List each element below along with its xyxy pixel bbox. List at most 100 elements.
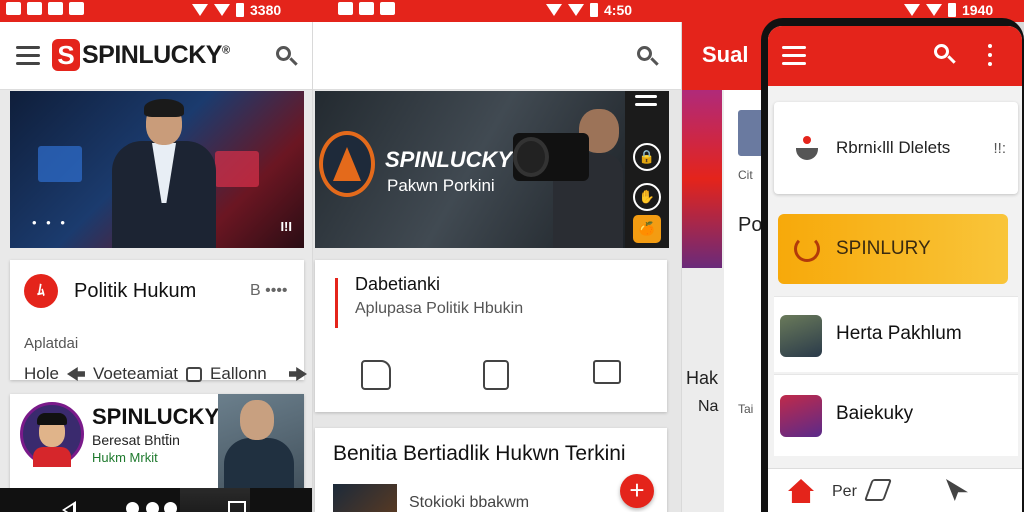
like-icon[interactable]: [361, 360, 391, 390]
home-icon[interactable]: [788, 479, 814, 503]
nav-dot-icon[interactable]: [164, 502, 177, 512]
message-icon[interactable]: [593, 360, 621, 384]
system-nav-bar: [0, 488, 312, 512]
action-label-3[interactable]: Eallonn: [210, 364, 267, 384]
status-time-2: 4:50: [604, 2, 633, 18]
wifi-icon: [904, 4, 920, 16]
lock-icon[interactable]: 🔒: [633, 143, 661, 171]
status-icons-1: 3380: [192, 2, 281, 18]
info-card[interactable]: Rbrni‹lll Dlelets !!:: [774, 102, 1018, 194]
action-label-2[interactable]: Voeteamiat: [93, 364, 178, 384]
hero-image[interactable]: • • • I!I: [10, 91, 304, 248]
menu-icon[interactable]: [635, 95, 657, 113]
badge-mark: [333, 147, 361, 181]
nav-dot-icon[interactable]: [126, 502, 139, 512]
nav-dot-icon[interactable]: [146, 502, 159, 512]
menu-icon[interactable]: [782, 46, 806, 65]
recents-icon[interactable]: [228, 501, 246, 512]
banner-strip: [682, 90, 722, 268]
list-avatar: [780, 315, 822, 357]
promo-label: SPINLURY: [836, 238, 931, 259]
brand-badge-icon: [319, 131, 375, 197]
orange-icon[interactable]: 🍊: [633, 215, 661, 243]
brand-name: SPINLUCKY®: [82, 41, 230, 70]
gallery-icon: [27, 2, 42, 15]
app-bar: [313, 22, 681, 90]
hero-subtitle: Pakwn Porkini: [387, 176, 495, 195]
list-avatar: [780, 395, 822, 437]
promo-banner-button[interactable]: SPINLURY: [778, 214, 1008, 284]
menu-icon[interactable]: [16, 46, 40, 65]
battery-icon: [590, 3, 598, 17]
app-bar: Sual: [682, 22, 772, 90]
action-label-1[interactable]: Hole: [24, 364, 59, 384]
status-icons-3: 4:50: [546, 2, 632, 18]
share-icon[interactable]: [66, 367, 85, 381]
battery-icon: [948, 3, 956, 17]
hero-banner[interactable]: SPINLUCKY Pakwn Porkini: [315, 91, 625, 248]
share-icon[interactable]: [483, 360, 509, 390]
status-time-1: 3380: [250, 2, 282, 18]
card-title: Dabetianki: [355, 274, 441, 294]
edit-icon[interactable]: [863, 479, 893, 501]
photo-icon: [48, 2, 63, 15]
signal-icon: [568, 4, 584, 16]
app-bar: [768, 26, 1022, 86]
wifi-icon: [546, 4, 562, 16]
power-icon: [794, 236, 820, 262]
comment-icon[interactable]: [186, 366, 203, 382]
search-icon[interactable]: [276, 46, 298, 68]
text-line: Na: [698, 398, 719, 415]
text-line: Tai: [738, 402, 754, 416]
hero-title: SPINLUCKY: [385, 147, 513, 172]
bottom-nav-label[interactable]: Per: [832, 483, 857, 501]
avatar-cap: [37, 413, 67, 425]
forward-icon[interactable]: [289, 367, 307, 381]
hand-icon[interactable]: ✋: [633, 183, 661, 211]
globe-icon: [380, 2, 395, 15]
more-options-icon[interactable]: B ••••: [250, 282, 288, 300]
camera-operator-figure: [513, 109, 623, 248]
studio-screen: [38, 146, 82, 182]
mail-icon: [338, 2, 353, 15]
location-icon: [794, 136, 818, 160]
back-icon[interactable]: [62, 501, 76, 512]
app-screen-2: SPINLUCKY Pakwn Porkini 🔒 ✋ 🍊 Dabetianki…: [313, 22, 681, 512]
signal-icon: [926, 4, 942, 16]
signal-icon: [214, 4, 230, 16]
vpn-icon: [69, 2, 84, 15]
gallery-icon: [359, 2, 374, 15]
studio-screen: [215, 151, 259, 187]
phone-screen: Rbrni‹lll Dlelets !!: SPINLURY Herta Pak…: [768, 26, 1022, 512]
text-line: Po: [738, 214, 763, 236]
app-screen-3: Sual Cit Po Hak Na Tai: [682, 22, 772, 512]
search-icon[interactable]: [637, 46, 659, 68]
battery-icon: [236, 3, 244, 17]
status-time-3: 1940: [962, 2, 994, 18]
card-thumbnail: [333, 484, 397, 512]
navigation-icon[interactable]: [946, 479, 968, 501]
app-bar: S SPINLUCKY®: [0, 22, 312, 90]
status-icons-4: 1940: [904, 2, 993, 18]
list-item[interactable]: Baiekuky: [774, 374, 1018, 456]
news-card[interactable]: Benitia Bertiadlik Hukwn Terkini Stokiok…: [315, 428, 667, 512]
card-subtitle: Beresat Bhtt̄in: [92, 432, 180, 448]
news-card[interactable]: ﾑ Politik Hukum B •••• Aplatdai Hole Voe…: [10, 260, 307, 383]
info-text: Rbrni‹lll Dlelets: [836, 138, 951, 157]
search-icon[interactable]: [934, 44, 956, 66]
card-title: SPINLUCKY: [92, 404, 220, 429]
list-item[interactable]: Herta Pakhlum: [774, 296, 1018, 372]
channel-avatar: ﾑ: [24, 274, 58, 308]
notification-icon: [6, 2, 21, 15]
anchor-hair: [144, 99, 184, 117]
person-head: [240, 400, 274, 440]
more-vert-icon[interactable]: [988, 44, 992, 66]
carousel-dots[interactable]: • • •: [32, 215, 68, 230]
profile-avatar: [20, 402, 84, 467]
avatar-shirt: [33, 447, 71, 467]
add-button[interactable]: +: [620, 474, 654, 508]
card-subtitle: Aplupasa Politik Hbukin: [355, 300, 524, 317]
news-card[interactable]: Dabetianki Aplupasa Politik Hbukin: [315, 260, 667, 412]
app-screen-1: S SPINLUCKY® • • • I!I ﾑ Politik Hukum B…: [0, 22, 312, 512]
status-icons-2: [338, 2, 395, 15]
